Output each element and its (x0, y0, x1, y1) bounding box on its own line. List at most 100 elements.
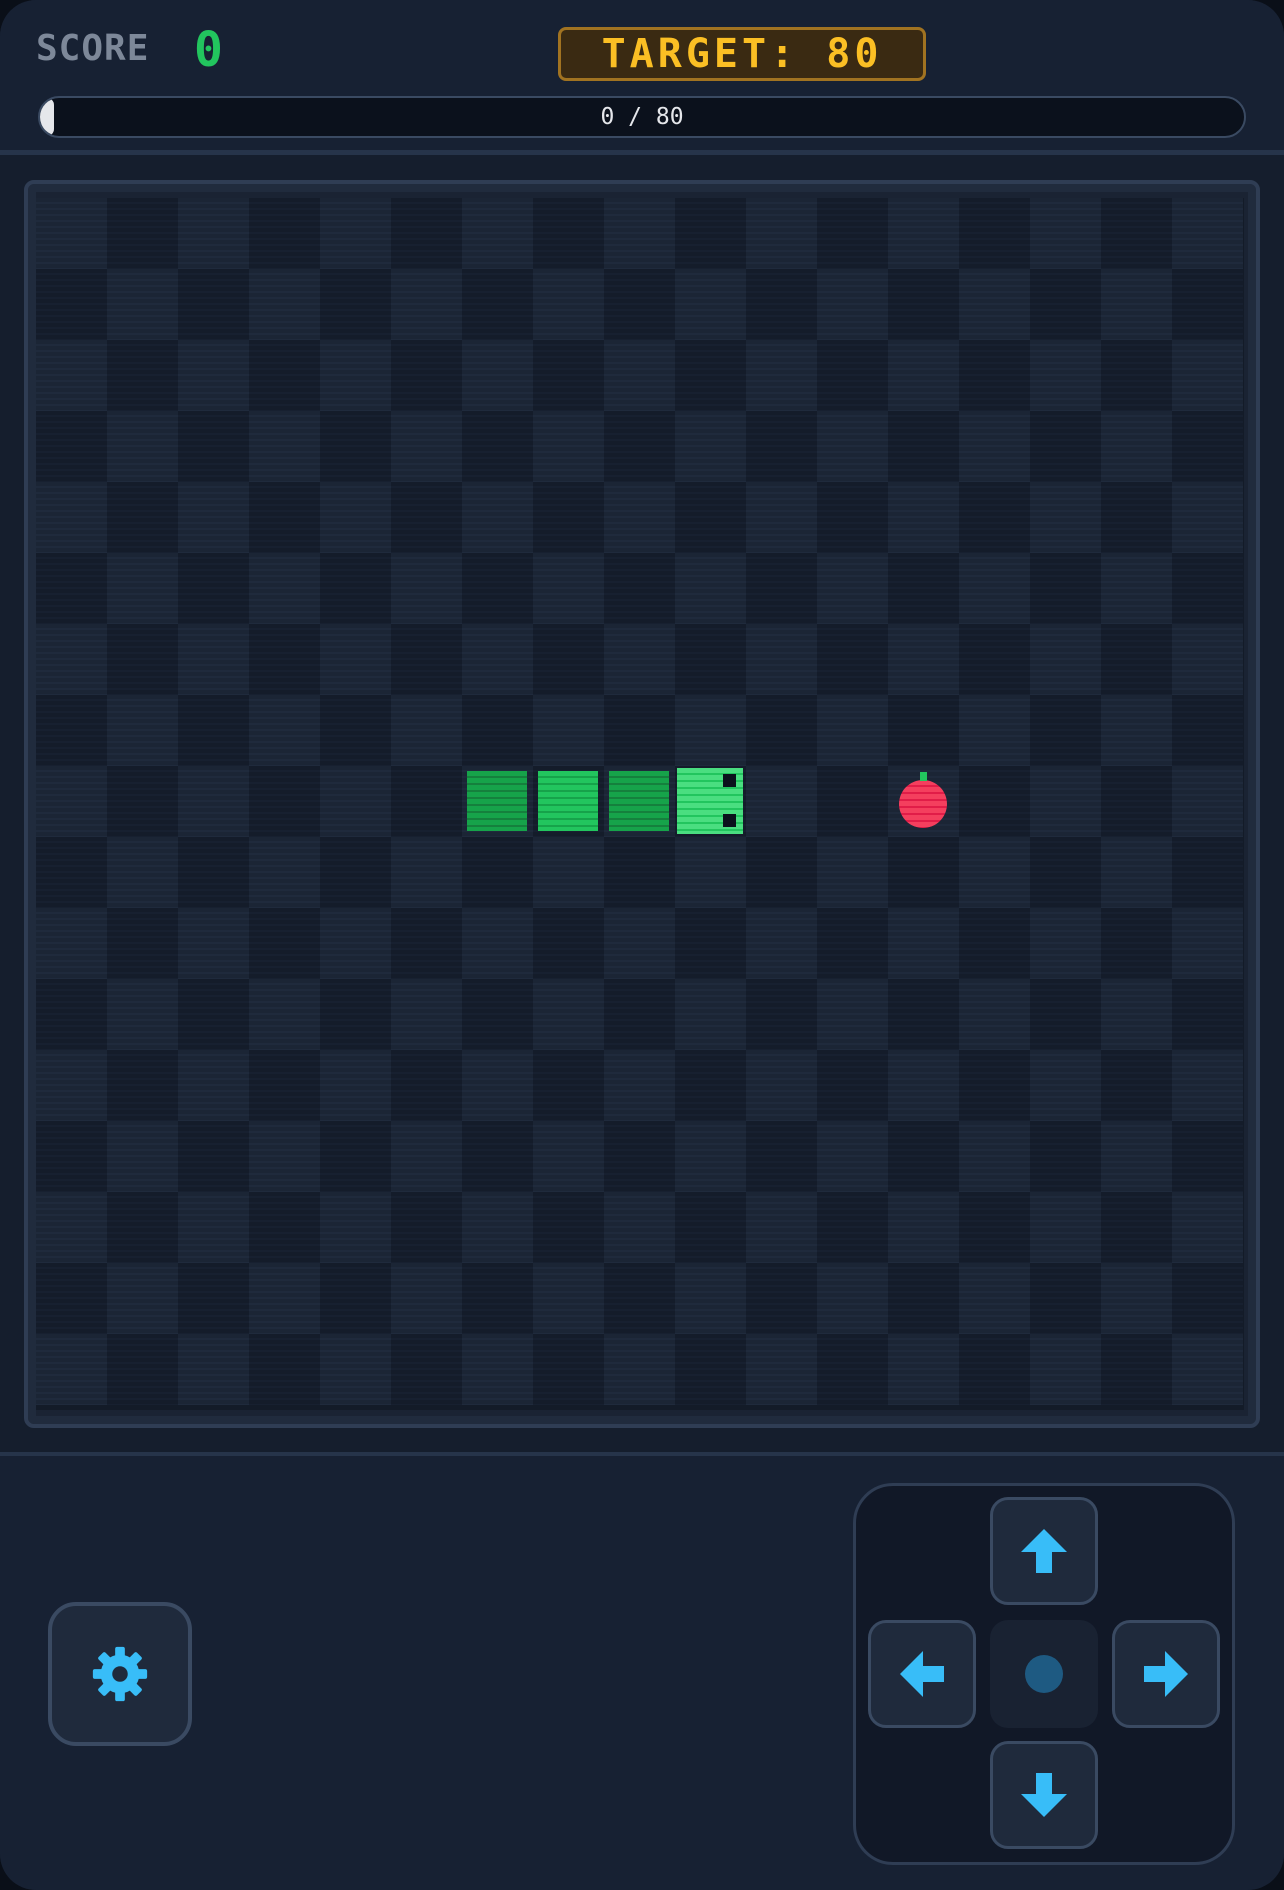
board-cell (675, 482, 746, 553)
board-cell (462, 1334, 533, 1405)
board-cell (746, 766, 817, 837)
board-cell (746, 837, 817, 908)
board-cell (320, 198, 391, 269)
board-cell (746, 1192, 817, 1263)
board-cell (675, 695, 746, 766)
board-cell (391, 979, 462, 1050)
board-cell (959, 908, 1030, 979)
board-cell (249, 1263, 320, 1334)
board-cell (1030, 198, 1101, 269)
board-cell (1101, 1192, 1172, 1263)
board-cell (1030, 482, 1101, 553)
board-cell (604, 695, 675, 766)
board-cell (1101, 766, 1172, 837)
board-cell (888, 340, 959, 411)
board-cell (888, 695, 959, 766)
board-cell (1030, 624, 1101, 695)
board-cell (391, 1192, 462, 1263)
dpad-left-button[interactable] (868, 1620, 976, 1728)
board-cell (107, 1263, 178, 1334)
board-cell (746, 269, 817, 340)
board-cell (604, 269, 675, 340)
board-cell (675, 624, 746, 695)
board-cell (959, 766, 1030, 837)
board-cell (1030, 1192, 1101, 1263)
board-cell (320, 1192, 391, 1263)
board-cell (320, 553, 391, 624)
board-cell (320, 482, 391, 553)
board-cell (817, 553, 888, 624)
board-cell (746, 553, 817, 624)
board-cell (1101, 553, 1172, 624)
board-cell (959, 1121, 1030, 1192)
board-cell (107, 979, 178, 1050)
board-cell (36, 837, 107, 908)
board-cell (817, 1050, 888, 1121)
board-cell (462, 553, 533, 624)
board-cell (675, 908, 746, 979)
board-cell (462, 1192, 533, 1263)
board-cell (391, 624, 462, 695)
board-cell (746, 411, 817, 482)
board-cell (675, 1263, 746, 1334)
board-cell (178, 1334, 249, 1405)
board-cell (249, 340, 320, 411)
board-cell (178, 979, 249, 1050)
board-cell (320, 340, 391, 411)
board-cell (320, 766, 391, 837)
board-cell (959, 553, 1030, 624)
board-cell (1030, 1263, 1101, 1334)
board-cell (533, 624, 604, 695)
board-cell (36, 1121, 107, 1192)
dpad-down-button[interactable] (990, 1741, 1098, 1849)
score-progress-bar: 0 / 80 (38, 96, 1246, 138)
board-cell (320, 908, 391, 979)
board-cell (817, 1263, 888, 1334)
board-cell (959, 979, 1030, 1050)
board-cell (462, 1121, 533, 1192)
board-cell (1172, 198, 1243, 269)
board-cell (604, 411, 675, 482)
board-cell (533, 1192, 604, 1263)
board-cell (533, 269, 604, 340)
board-cell (817, 695, 888, 766)
board-cell (675, 979, 746, 1050)
board-cell (675, 340, 746, 411)
board-cell (533, 198, 604, 269)
board-cell (1172, 1334, 1243, 1405)
board-cell (1030, 695, 1101, 766)
board-cell (1101, 908, 1172, 979)
board-cell (391, 837, 462, 908)
board-cell (533, 837, 604, 908)
board-cell (462, 624, 533, 695)
board-cell (36, 908, 107, 979)
dpad-up-button[interactable] (990, 1497, 1098, 1605)
board-cell (1101, 482, 1172, 553)
board-cell (249, 908, 320, 979)
board-cell (462, 1050, 533, 1121)
board-cell (746, 1121, 817, 1192)
target-badge: TARGET: 80 (558, 27, 926, 81)
board-cell (36, 1334, 107, 1405)
board-cell (533, 1121, 604, 1192)
dpad-center (990, 1620, 1098, 1728)
dpad-right-button[interactable] (1112, 1620, 1220, 1728)
board-cell (959, 695, 1030, 766)
board-cell (1030, 411, 1101, 482)
board-cell (1030, 908, 1101, 979)
board-cell (178, 269, 249, 340)
board-cell (36, 1263, 107, 1334)
board-cell (746, 1263, 817, 1334)
board-cell (746, 340, 817, 411)
board-cell (249, 837, 320, 908)
board-cell (107, 553, 178, 624)
board-cell (107, 269, 178, 340)
board-cell (391, 908, 462, 979)
board-cell (462, 340, 533, 411)
board-cell (888, 837, 959, 908)
settings-button[interactable] (48, 1602, 192, 1746)
board-cell (1172, 624, 1243, 695)
board-cell (249, 411, 320, 482)
board-cell (675, 837, 746, 908)
board-cell (533, 1263, 604, 1334)
